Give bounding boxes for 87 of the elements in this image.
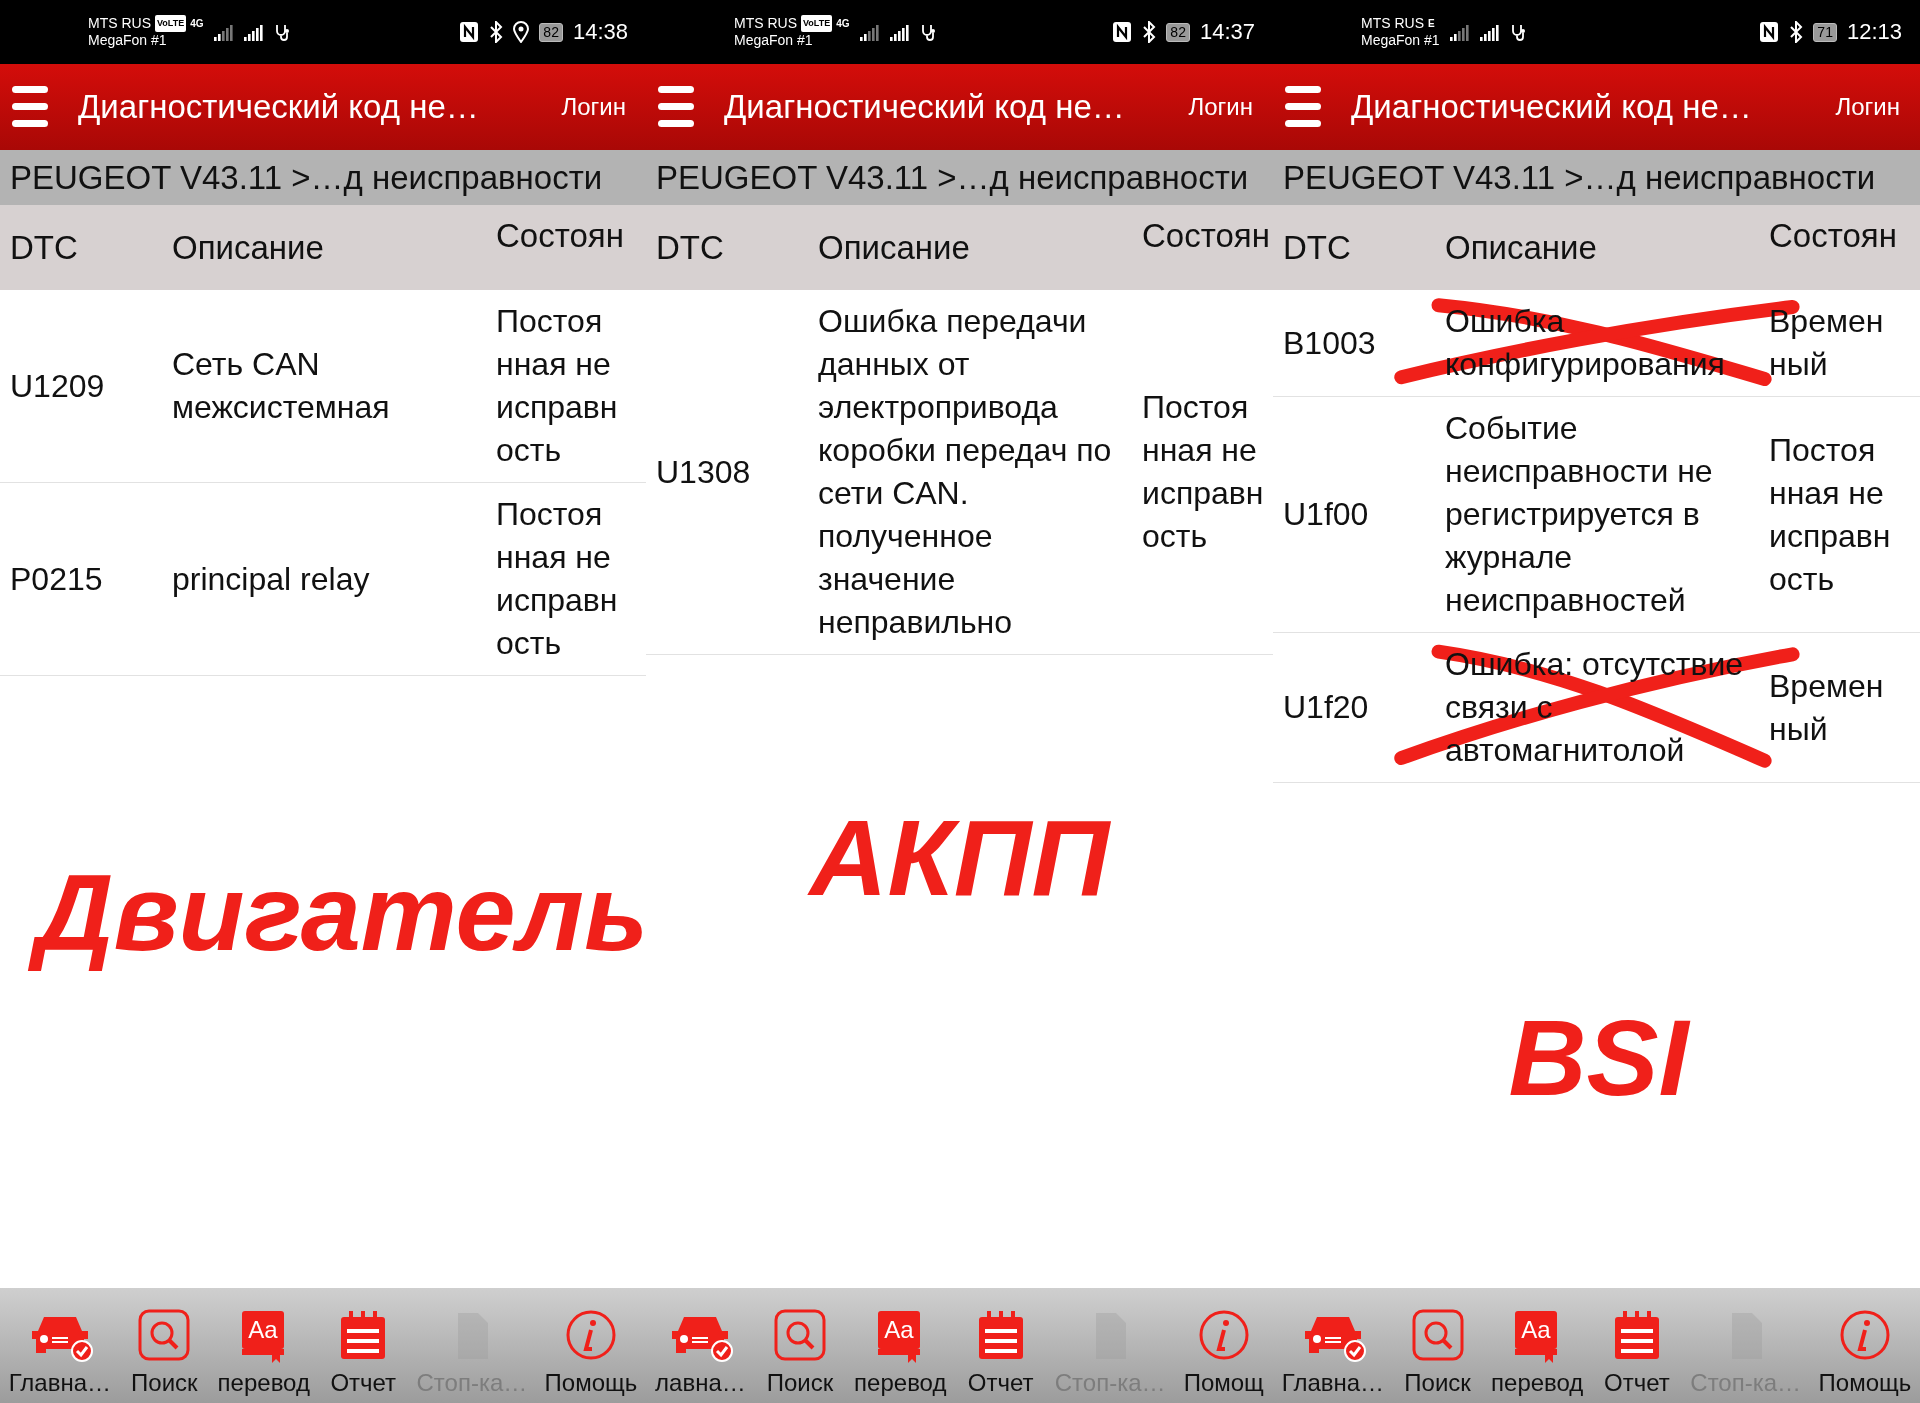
- column-heading: Состоян: [1142, 217, 1271, 255]
- column-heading: DTC: [1283, 228, 1352, 267]
- dtc-code: U1f00: [1283, 495, 1370, 534]
- fault-description: principal relay: [172, 559, 371, 599]
- fault-status: Постоянная неисправность: [1769, 430, 1891, 599]
- nfc-icon: [459, 21, 480, 43]
- nav-tab[interactable]: Отчет: [1600, 1309, 1673, 1397]
- nav-tab[interactable]: Отчет: [964, 1309, 1037, 1397]
- carrier-name: MegaFon #1: [1361, 32, 1440, 49]
- screen-title: Диагностический код не…: [724, 88, 1126, 126]
- bluetooth-icon: [489, 21, 504, 43]
- bluetooth-icon: [1142, 21, 1157, 43]
- column-heading: Описание: [1445, 228, 1598, 267]
- login-link[interactable]: Логин: [561, 93, 626, 121]
- carrier-name: MTS RUS: [1361, 15, 1424, 32]
- bluetooth-icon: [1789, 21, 1804, 43]
- stethoscope-icon: [919, 23, 938, 41]
- nfc-icon: [1112, 21, 1133, 43]
- signal-icon: [889, 23, 910, 41]
- nav-tab[interactable]: Aa перевод: [854, 1309, 947, 1397]
- nav-tab[interactable]: лавна…: [655, 1309, 746, 1397]
- nav-tab[interactable]: Aa перевод: [217, 1309, 310, 1397]
- fault-description: Ошибка передачи данных от электропривода коробки передач по сети CAN. полученное значение неправильно: [818, 302, 1113, 642]
- nav-tab[interactable]: Помощ: [1183, 1309, 1264, 1397]
- column-heading: Описание: [172, 228, 325, 267]
- stethoscope-icon: [1509, 23, 1528, 41]
- nav-tab[interactable]: Отчет: [327, 1309, 400, 1397]
- fault-status: Постоянная неисправность: [1142, 388, 1264, 556]
- signal-icon: [859, 23, 880, 41]
- menu-icon[interactable]: [658, 84, 694, 130]
- nav-tab[interactable]: Главна…: [8, 1309, 111, 1397]
- screen-title: Диагностический код не…: [1351, 88, 1753, 126]
- login-link[interactable]: Логин: [1835, 93, 1900, 121]
- carrier-name: MTS RUS: [88, 15, 151, 32]
- nfc-icon: [1759, 21, 1780, 43]
- menu-icon[interactable]: [1285, 84, 1321, 130]
- network-type: E: [1428, 17, 1435, 31]
- nav-tab[interactable]: Помощь: [1818, 1309, 1912, 1397]
- dtc-code: U1308: [656, 452, 752, 492]
- carrier-name: MegaFon #1: [734, 32, 814, 49]
- nav-tab[interactable]: Поиск: [1401, 1309, 1474, 1397]
- volte-badge: VoLTE: [155, 15, 187, 32]
- battery-indicator: 82: [539, 22, 563, 42]
- carrier-name: MTS RUS: [734, 15, 797, 32]
- signal-icon: [1449, 23, 1470, 41]
- dtc-code: P0215: [10, 559, 104, 599]
- signal-icon: [213, 23, 234, 41]
- column-heading: Описание: [818, 228, 971, 267]
- network-type: 4G: [190, 17, 204, 31]
- dtc-code: B1003: [1283, 323, 1377, 363]
- screen-title: Диагностический код не…: [78, 88, 480, 126]
- login-link[interactable]: Логин: [1188, 93, 1253, 121]
- menu-icon[interactable]: [12, 84, 48, 130]
- clock-time: 14:38: [572, 19, 628, 45]
- battery-indicator: 71: [1813, 22, 1837, 42]
- column-heading: DTC: [656, 228, 725, 267]
- fault-description: Сеть CAN межсистемная: [172, 345, 391, 427]
- fault-status: Постоянная неисправность: [496, 302, 618, 470]
- stethoscope-icon: [273, 23, 292, 41]
- network-type: 4G: [836, 17, 850, 31]
- carrier-name: MegaFon #1: [88, 32, 168, 49]
- clock-time: 14:37: [1199, 19, 1255, 45]
- breadcrumb-path: PEUGEOT V43.11 >…д неисправности: [646, 150, 1273, 205]
- fault-status: Временный: [1769, 302, 1885, 384]
- signal-icon: [243, 23, 264, 41]
- nav-tab[interactable]: Поиск: [763, 1309, 836, 1397]
- fault-status: Временный: [1769, 666, 1885, 749]
- volte-badge: VoLTE: [801, 15, 833, 32]
- nav-tab[interactable]: Поиск: [128, 1309, 201, 1397]
- nav-tab[interactable]: Aa перевод: [1491, 1309, 1584, 1397]
- dtc-code: U1f20: [1283, 688, 1370, 727]
- fault-description: Событие неисправности не регистрируется в журнале неисправностей: [1445, 409, 1714, 620]
- column-heading: DTC: [10, 228, 79, 267]
- handwritten-label: АКПП: [806, 796, 1112, 920]
- handwritten-label: Двигатель: [30, 845, 646, 980]
- breadcrumb-path: PEUGEOT V43.11 >…д неисправности: [1273, 150, 1920, 205]
- fault-status: Постоянная неисправность: [496, 495, 618, 663]
- handwritten-label: BSI: [1507, 996, 1692, 1120]
- breadcrumb-path: PEUGEOT V43.11 >…д неисправности: [0, 150, 646, 205]
- column-heading: Состоян: [496, 217, 625, 255]
- nav-tab[interactable]: Главна…: [1281, 1309, 1385, 1397]
- signal-icon: [1479, 23, 1500, 41]
- column-heading: Состоян: [1769, 217, 1898, 255]
- dtc-code: U1209: [10, 366, 106, 406]
- nav-tab[interactable]: Помощь: [544, 1309, 638, 1397]
- clock-time: 12:13: [1846, 19, 1902, 45]
- battery-indicator: 82: [1166, 22, 1190, 42]
